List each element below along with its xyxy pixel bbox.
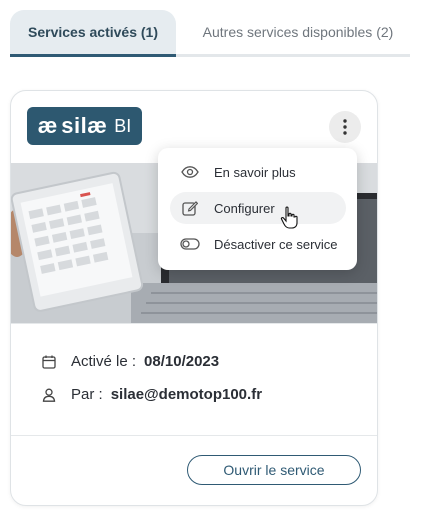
kebab-icon	[343, 119, 347, 135]
hand-cursor-icon	[280, 206, 298, 229]
open-service-button[interactable]: Ouvrir le service	[187, 455, 361, 485]
menu-item-learn-more[interactable]: En savoir plus	[170, 156, 346, 188]
tab-bar: Services activés (1) Autres services dis…	[10, 10, 410, 57]
eye-icon	[180, 164, 200, 180]
card-divider-top	[11, 323, 377, 324]
tab-active-services[interactable]: Services activés (1)	[10, 10, 176, 54]
menu-item-label: Configurer	[214, 200, 275, 216]
calendar-icon	[41, 354, 57, 370]
owner-row: Par : silae@demotop100.fr	[41, 386, 262, 403]
tab-active-indicator	[10, 54, 176, 57]
activation-date: 08/10/2023	[144, 353, 220, 370]
owner-label: Par :	[71, 386, 103, 403]
logo-brand: silæ	[61, 113, 108, 138]
tab-other-services[interactable]: Autres services disponibles (2)	[186, 10, 410, 54]
logo-suffix: BI	[114, 116, 132, 136]
menu-item-label: Désactiver ce service	[214, 236, 338, 252]
edit-icon	[180, 200, 200, 216]
activation-row: Activé le : 08/10/2023	[41, 353, 219, 370]
card-divider-bottom	[11, 435, 377, 436]
menu-item-deactivate[interactable]: Désactiver ce service	[170, 228, 346, 260]
user-icon	[41, 387, 57, 403]
logo-mark: æ	[37, 113, 58, 138]
menu-item-configure[interactable]: Configurer	[170, 192, 346, 224]
owner-email: silae@demotop100.fr	[110, 386, 263, 403]
more-options-button[interactable]	[329, 111, 361, 143]
silae-bi-logo: æ silæ BI	[27, 107, 142, 145]
menu-item-label: En savoir plus	[214, 164, 296, 180]
toggle-off-icon	[180, 236, 200, 252]
activation-label: Activé le :	[71, 353, 137, 370]
options-menu: En savoir plus Configurer Désactiver ce …	[158, 148, 357, 270]
